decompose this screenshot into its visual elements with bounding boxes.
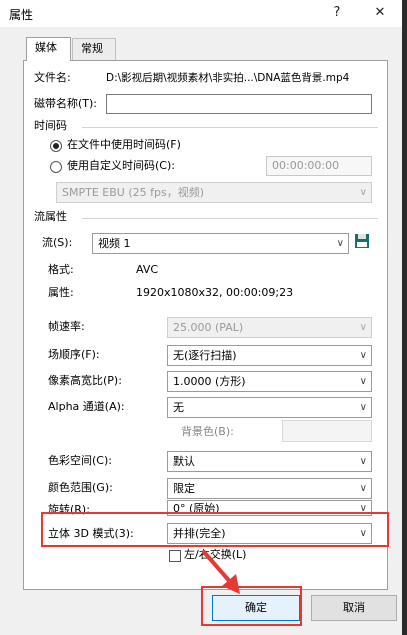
attributes-value: 1920x1080x32, 00:00:09;23 (136, 286, 294, 299)
format-value: AVC (136, 263, 159, 276)
cancel-button[interactable]: 取消 (311, 595, 397, 621)
color-space-select[interactable]: 默认 ∨ (167, 451, 372, 472)
chevron-down-icon: ∨ (336, 238, 344, 249)
field-order-select[interactable]: 无(逐行扫描) ∨ (167, 345, 372, 366)
media-panel: 文件名: D:\影视后期\视频素材\非实拍...\DNA蓝色背景.mp4 磁带名… (23, 60, 388, 590)
use-custom-timecode-label: 使用自定义时间码(C): (67, 159, 175, 172)
color-space-label: 色彩空间(C): (48, 454, 112, 467)
custom-timecode-input[interactable]: 00:00:00:00 (266, 156, 372, 176)
tape-name-input[interactable] (106, 94, 372, 114)
pixel-aspect-label: 像素高宽比(P): (48, 374, 122, 387)
timecode-section-label: 时间码 (34, 119, 67, 132)
file-name-value: D:\影视后期\视频素材\非实拍...\DNA蓝色背景.mp4 (106, 72, 350, 84)
help-button[interactable]: ? (326, 3, 348, 23)
chevron-down-icon: ∨ (359, 456, 367, 467)
timecode-divider (82, 127, 378, 128)
timecode-format-select[interactable]: SMPTE EBU (25 fps，视频) ∨ (56, 182, 372, 203)
alpha-channel-select[interactable]: 无 ∨ (167, 397, 372, 418)
frame-rate-label: 帧速率: (48, 320, 85, 333)
stream-label: 流(S): (42, 236, 73, 249)
color-range-label: 颜色范围(G): (48, 481, 113, 494)
stream-divider (82, 218, 378, 219)
tab-media[interactable]: 媒体 (26, 37, 71, 61)
chevron-down-icon: ∨ (359, 322, 367, 333)
frame-rate-select[interactable]: 25.000 (PAL) ∨ (167, 317, 372, 338)
format-label: 格式: (48, 263, 74, 276)
swap-left-right-checkbox[interactable] (169, 550, 181, 562)
background-color-label: 背景色(B): (181, 425, 234, 438)
field-order-label: 场顺序(F): (48, 348, 100, 361)
tape-name-label: 磁带名称(T): (34, 97, 98, 110)
use-file-timecode-radio[interactable] (50, 140, 62, 152)
window-title: 属性 (9, 8, 34, 22)
title-bar: 属性 ? ✕ (0, 0, 402, 27)
save-icon[interactable] (354, 233, 370, 249)
chevron-down-icon: ∨ (359, 483, 367, 494)
chevron-down-icon: ∨ (359, 402, 367, 413)
chevron-down-icon: ∨ (359, 350, 367, 361)
file-name-label: 文件名: (34, 71, 71, 84)
alpha-channel-label: Alpha 通道(A): (48, 400, 125, 413)
background-color-swatch[interactable] (282, 420, 372, 442)
tab-general[interactable]: 常规 (72, 38, 116, 60)
use-file-timecode-label: 在文件中使用时间码(F) (67, 138, 181, 151)
pixel-aspect-select[interactable]: 1.0000 (方形) ∨ (167, 371, 372, 392)
attributes-label: 属性: (48, 286, 74, 299)
color-range-select[interactable]: 限定 ∨ (167, 478, 372, 499)
stereo-3d-highlight-box (41, 512, 389, 547)
stream-select[interactable]: 视频 1 ∨ (92, 233, 349, 254)
use-custom-timecode-radio[interactable] (50, 161, 62, 173)
chevron-down-icon: ∨ (359, 376, 367, 387)
close-button[interactable]: ✕ (369, 3, 391, 23)
arrow-icon (202, 550, 240, 594)
stream-section-label: 流属性 (34, 210, 67, 223)
chevron-down-icon: ∨ (359, 187, 367, 198)
